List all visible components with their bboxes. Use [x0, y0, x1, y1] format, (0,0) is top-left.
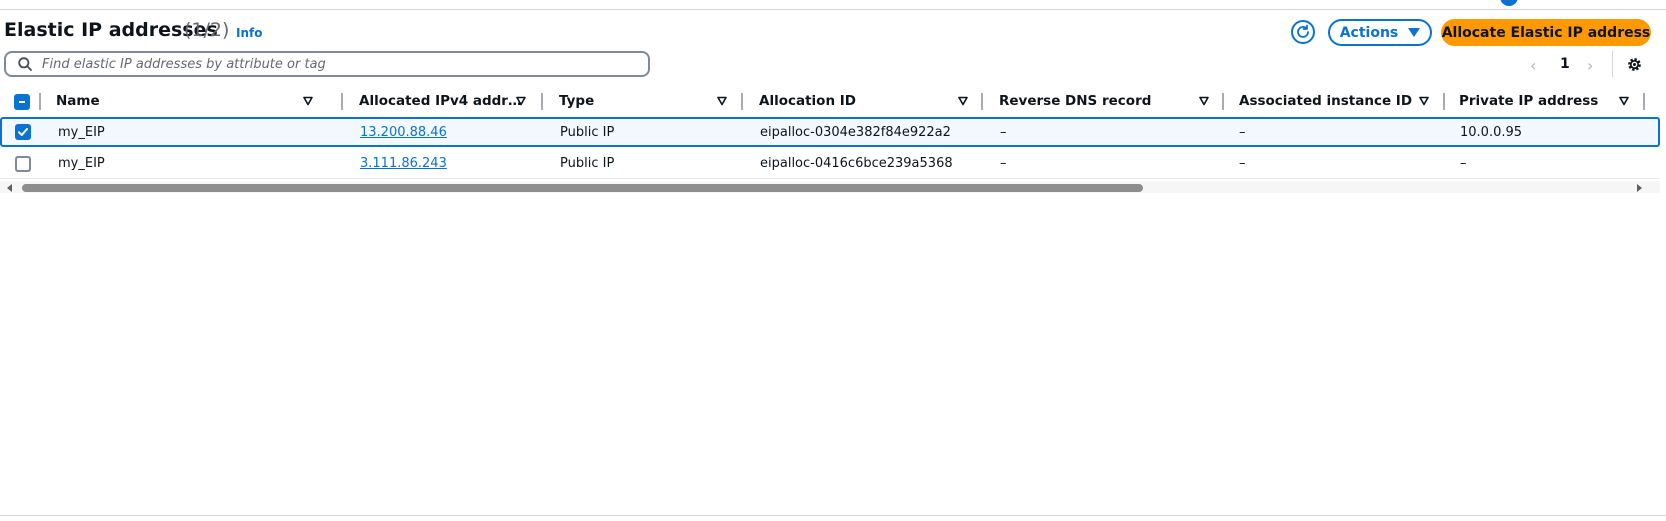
sort-icon[interactable]	[1619, 96, 1629, 106]
selection-count: (1/2)	[184, 19, 230, 41]
top-divider	[0, 9, 1666, 10]
gear-icon[interactable]	[1626, 56, 1643, 73]
sort-icon[interactable]	[303, 96, 313, 106]
actions-button[interactable]: Actions	[1328, 19, 1432, 46]
row-checkbox[interactable]	[15, 124, 31, 140]
caret-down-icon	[1408, 28, 1421, 37]
scroll-right-arrow-icon[interactable]	[1637, 184, 1642, 192]
column-divider[interactable]	[541, 93, 543, 110]
table-header: Name Allocated IPv4 addr… Type Allocatio…	[0, 88, 1660, 114]
select-all-checkbox[interactable]	[14, 94, 30, 110]
previous-page-icon[interactable]: ‹	[1530, 56, 1536, 75]
search-input[interactable]	[42, 56, 602, 72]
column-divider[interactable]	[1222, 93, 1224, 110]
actions-label: Actions	[1339, 24, 1399, 41]
column-header-private-ip[interactable]: Private IP address	[1459, 88, 1598, 114]
avatar[interactable]	[1500, 0, 1518, 6]
table-row[interactable]: my_EIP 3.111.86.243 Public IP eipalloc-0…	[0, 149, 1660, 179]
allocate-elastic-ip-button[interactable]: Allocate Elastic IP address	[1441, 19, 1651, 46]
ipv4-link[interactable]: 3.111.86.243	[360, 156, 447, 171]
cell-allocation-id: eipalloc-0304e382f84e922a2	[760, 124, 951, 140]
horizontal-scrollbar[interactable]	[0, 181, 1660, 193]
current-page[interactable]: 1	[1560, 56, 1570, 72]
cell-instance-id: –	[1239, 156, 1246, 171]
sort-icon[interactable]	[717, 96, 727, 106]
scrollbar-thumb[interactable]	[22, 184, 1143, 192]
cell-reverse-dns: –	[1000, 156, 1007, 171]
column-divider[interactable]	[1643, 93, 1645, 110]
row-checkbox[interactable]	[15, 156, 31, 172]
bottom-divider	[0, 515, 1666, 516]
cell-instance-id: –	[1239, 124, 1246, 140]
next-page-icon[interactable]: ›	[1587, 56, 1593, 75]
sort-icon[interactable]	[516, 96, 526, 106]
column-divider[interactable]	[39, 93, 41, 110]
checkmark-icon	[18, 128, 28, 136]
sort-icon[interactable]	[1199, 96, 1209, 106]
scroll-left-arrow-icon[interactable]	[7, 184, 12, 192]
cell-allocated-ipv4: 13.200.88.46	[360, 119, 447, 145]
refresh-button[interactable]	[1291, 20, 1315, 44]
column-header-name[interactable]: Name	[56, 88, 100, 114]
column-header-type[interactable]: Type	[559, 88, 594, 114]
column-header-allocation-id[interactable]: Allocation ID	[759, 88, 856, 114]
refresh-icon	[1297, 24, 1309, 38]
sort-icon[interactable]	[1419, 96, 1429, 106]
cell-allocated-ipv4: 3.111.86.243	[360, 149, 447, 178]
cell-name: my_EIP	[58, 156, 105, 171]
sort-icon[interactable]	[958, 96, 968, 106]
cell-type: Public IP	[560, 156, 615, 171]
cell-name: my_EIP	[58, 124, 105, 140]
cell-reverse-dns: –	[1000, 124, 1007, 140]
column-header-allocated-ipv4[interactable]: Allocated IPv4 addr…	[359, 88, 521, 114]
cell-private-ip: 10.0.0.95	[1460, 124, 1523, 140]
column-header-associated-instance-id[interactable]: Associated instance ID	[1239, 88, 1412, 114]
column-divider[interactable]	[741, 93, 743, 110]
column-divider[interactable]	[1443, 93, 1445, 110]
column-divider[interactable]	[981, 93, 983, 110]
info-link[interactable]: Info	[236, 26, 262, 40]
column-header-reverse-dns[interactable]: Reverse DNS record	[999, 88, 1151, 114]
cell-type: Public IP	[560, 124, 615, 140]
cell-allocation-id: eipalloc-0416c6bce239a5368	[760, 156, 953, 171]
search-icon	[18, 57, 32, 71]
cell-private-ip: –	[1460, 156, 1467, 171]
column-divider[interactable]	[341, 93, 343, 110]
ipv4-link[interactable]: 13.200.88.46	[360, 125, 447, 140]
pager-divider	[1612, 51, 1613, 77]
table-row[interactable]: my_EIP 13.200.88.46 Public IP eipalloc-0…	[0, 117, 1660, 147]
search-box[interactable]	[4, 51, 650, 77]
